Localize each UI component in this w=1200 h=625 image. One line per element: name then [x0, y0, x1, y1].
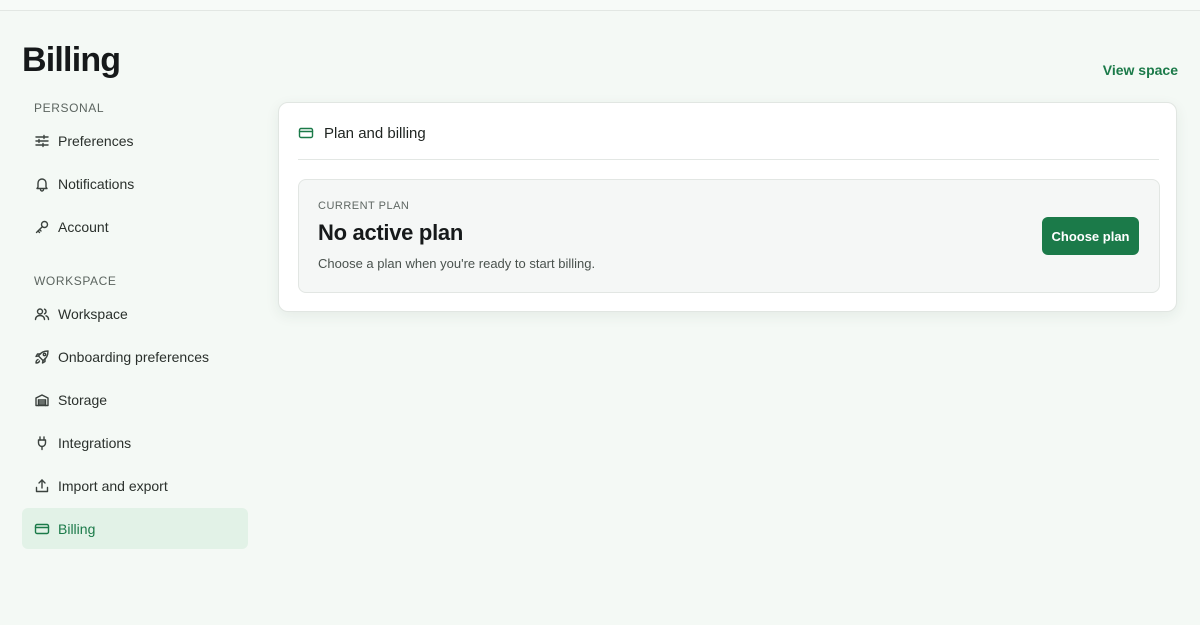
plan-description: Choose a plan when you're ready to start…	[318, 256, 596, 271]
sidebar-item-import-and-export[interactable]: Import and export	[22, 465, 248, 506]
upload-icon	[34, 478, 50, 494]
sidebar-item-billing[interactable]: Billing	[22, 508, 248, 549]
section-label-personal: PERSONAL	[34, 101, 105, 115]
sidebar-item-label: Onboarding preferences	[58, 348, 209, 365]
current-plan-label: CURRENT PLAN	[318, 200, 410, 212]
sliders-icon	[34, 133, 50, 149]
sidebar-item-label: Import and export	[58, 477, 168, 494]
sidebar-item-label: Integrations	[58, 434, 132, 451]
plug-icon	[34, 435, 50, 451]
bell-icon	[34, 176, 50, 192]
plan-and-billing-card: Plan and billing CURRENT PLAN No active …	[278, 102, 1177, 312]
sidebar-item-onboarding-preferences[interactable]: Onboarding preferences	[22, 336, 248, 377]
sidebar-item-label: Account	[58, 218, 109, 235]
card-divider	[298, 159, 1159, 160]
choose-plan-button[interactable]: Choose plan	[1042, 217, 1139, 255]
page-title: Billing	[22, 41, 121, 79]
rocket-icon	[34, 349, 50, 365]
sidebar-item-account[interactable]: Account	[22, 206, 248, 247]
sidebar-item-notifications[interactable]: Notifications	[22, 163, 248, 204]
card-header: Plan and billing	[298, 122, 426, 144]
current-plan-panel: CURRENT PLAN No active plan Choose a pla…	[298, 179, 1160, 293]
sidebar-item-label: Billing	[58, 520, 96, 537]
sidebar-item-label: Notifications	[58, 175, 135, 192]
key-icon	[34, 219, 50, 235]
sidebar-item-integrations[interactable]: Integrations	[22, 422, 248, 463]
sidebar-item-workspace[interactable]: Workspace	[22, 293, 248, 334]
settings-sidebar: PERSONAL Preferences Notifications Accou…	[22, 96, 248, 551]
top-divider	[0, 10, 1200, 11]
section-label-workspace: WORKSPACE	[34, 274, 117, 288]
sidebar-item-storage[interactable]: Storage	[22, 379, 248, 420]
credit-card-icon	[34, 521, 50, 537]
sidebar-item-label: Preferences	[58, 132, 134, 149]
sidebar-item-label: Storage	[58, 391, 108, 408]
sidebar-item-preferences[interactable]: Preferences	[22, 120, 248, 161]
credit-card-icon	[298, 125, 314, 141]
users-icon	[34, 306, 50, 322]
card-title: Plan and billing	[324, 124, 426, 142]
storage-icon	[34, 392, 50, 408]
top-bar	[0, 0, 1200, 10]
sidebar-item-label: Workspace	[58, 305, 128, 322]
plan-name: No active plan	[318, 220, 463, 245]
view-space-link[interactable]: View space	[1103, 60, 1178, 80]
